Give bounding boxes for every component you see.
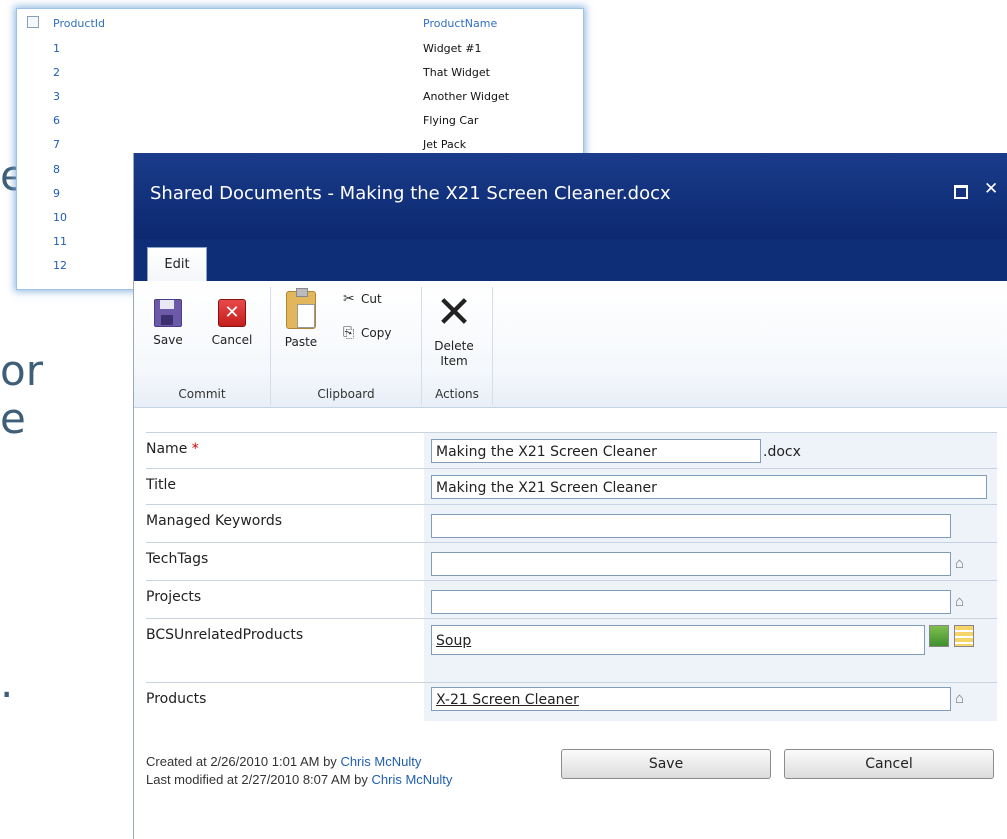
- cut-icon: ✂: [343, 291, 355, 307]
- modified-info: Last modified at 2/27/2010 8:07 AM by Ch…: [146, 772, 453, 787]
- required-marker: *: [191, 441, 199, 457]
- edit-properties-dialog: Shared Documents - Making the X21 Screen…: [133, 153, 1007, 839]
- field-row-bcsunrelatedproducts: BCSUnrelatedProducts Soup: [146, 618, 997, 683]
- product-name: Another Widget: [423, 90, 510, 103]
- slide-text-fragment: or: [0, 346, 43, 395]
- product-name: That Widget: [423, 66, 490, 79]
- product-id[interactable]: 12: [53, 259, 67, 272]
- ribbon-cancel-label: Cancel: [211, 333, 253, 347]
- field-label-projects: Projects: [146, 589, 202, 605]
- product-name: Flying Car: [423, 114, 479, 127]
- product-id[interactable]: 2: [53, 66, 60, 79]
- ribbon-separator: [492, 287, 493, 405]
- field-label-products: Products: [146, 691, 207, 707]
- created-by-link[interactable]: Chris McNulty: [340, 754, 421, 769]
- products-input[interactable]: X-21 Screen Cleaner: [431, 687, 951, 711]
- list-row[interactable]: 1 Widget #1: [17, 36, 583, 60]
- ribbon-cut-button[interactable]: ✂ Cut: [343, 291, 413, 307]
- save-button[interactable]: Save: [561, 749, 771, 779]
- ribbon: Save ✕ Cancel Commit Paste ✂ Cut ⎘ Copy Cl…: [134, 281, 1007, 408]
- ribbon-group-label-actions: Actions: [435, 387, 479, 401]
- ribbon-save-label: Save: [153, 333, 183, 347]
- list-header-row: ProductId ProductName: [17, 11, 583, 35]
- ribbon-save-button[interactable]: Save: [148, 299, 188, 348]
- product-name: Widget #1: [423, 42, 482, 55]
- item-metadata: Created at 2/26/2010 1:01 AM by Chris Mc…: [146, 753, 452, 789]
- browse-terms-icon[interactable]: ⌂: [955, 691, 975, 706]
- ribbon-group-label-commit: Commit: [178, 387, 226, 401]
- ribbon-group-actions: ✕ Delete Item Actions: [422, 281, 492, 407]
- ribbon-delete-label: Delete Item: [434, 339, 474, 368]
- ribbon-group-label-clipboard: Clipboard: [317, 387, 375, 401]
- field-label-techtags: TechTags: [146, 551, 209, 567]
- ribbon-paste-label: Paste: [284, 335, 318, 349]
- title-input[interactable]: Making the X21 Screen Cleaner: [431, 475, 987, 499]
- list-row[interactable]: 3 Another Widget: [17, 84, 583, 108]
- save-icon: [154, 299, 182, 327]
- ribbon-paste-button[interactable]: Paste: [281, 288, 321, 350]
- product-name: Jet Pack: [423, 138, 467, 151]
- close-icon[interactable]: ✕: [984, 179, 998, 199]
- browse-terms-icon[interactable]: ⌂: [955, 556, 975, 571]
- browse-items-icon[interactable]: [954, 625, 974, 647]
- managed-keywords-input[interactable]: [431, 514, 951, 538]
- ribbon-tab-strip: [134, 239, 1007, 281]
- created-info: Created at 2/26/2010 1:01 AM by Chris Mc…: [146, 754, 422, 769]
- dialog-titlebar: Shared Documents - Making the X21 Screen…: [134, 153, 1007, 239]
- projects-input[interactable]: [431, 590, 951, 614]
- browse-terms-icon[interactable]: ⌂: [955, 594, 975, 609]
- field-row-products: Products X-21 Screen Cleaner ⌂: [146, 682, 997, 721]
- product-id[interactable]: 10: [53, 211, 67, 224]
- modified-by-link[interactable]: Chris McNulty: [372, 772, 453, 787]
- bcsunrelatedproducts-input[interactable]: Soup: [431, 625, 925, 655]
- product-id[interactable]: 1: [53, 42, 60, 55]
- slide-text-fragment: .: [0, 658, 14, 707]
- slide-text-fragment: e: [0, 394, 26, 443]
- maximize-icon[interactable]: [954, 185, 968, 199]
- paste-icon: [286, 288, 316, 329]
- techtags-input[interactable]: [431, 552, 951, 576]
- dialog-title: Shared Documents - Making the X21 Screen…: [150, 183, 671, 204]
- column-header-productname[interactable]: ProductName: [423, 17, 497, 30]
- cancel-button[interactable]: Cancel: [784, 749, 994, 779]
- select-all-checkbox[interactable]: [27, 16, 39, 28]
- field-label-name: Name *: [146, 441, 199, 457]
- column-header-productid[interactable]: ProductId: [53, 17, 105, 30]
- product-id[interactable]: 8: [53, 163, 60, 176]
- product-id[interactable]: 9: [53, 187, 60, 200]
- field-row-techtags: TechTags ⌂: [146, 542, 997, 581]
- product-id[interactable]: 3: [53, 90, 60, 103]
- field-label-managed-keywords: Managed Keywords: [146, 513, 283, 529]
- file-extension-label: .docx: [763, 444, 801, 460]
- field-label-title: Title: [146, 477, 177, 493]
- delete-icon: ✕: [435, 287, 473, 338]
- check-names-icon[interactable]: [929, 625, 949, 647]
- product-id[interactable]: 11: [53, 235, 67, 248]
- field-row-name: Name * Making the X21 Screen Cleaner .do…: [146, 432, 997, 469]
- copy-icon: ⎘: [343, 325, 355, 341]
- field-row-title: Title Making the X21 Screen Cleaner: [146, 468, 997, 505]
- ribbon-delete-item-button[interactable]: ✕ Delete Item: [428, 291, 480, 369]
- ribbon-group-clipboard: Paste ✂ Cut ⎘ Copy Clipboard: [271, 281, 421, 407]
- field-row-managed-keywords: Managed Keywords: [146, 504, 997, 543]
- field-row-projects: Projects ⌂: [146, 580, 997, 619]
- ribbon-copy-button[interactable]: ⎘ Copy: [343, 325, 417, 341]
- list-row[interactable]: 2 That Widget: [17, 60, 583, 84]
- product-id[interactable]: 7: [53, 138, 60, 151]
- ribbon-cut-label: Cut: [361, 292, 382, 306]
- product-id[interactable]: 6: [53, 114, 60, 127]
- field-label-bcsunrelatedproducts: BCSUnrelatedProducts: [146, 627, 304, 643]
- ribbon-cancel-button[interactable]: ✕ Cancel: [206, 299, 258, 348]
- tab-edit[interactable]: Edit: [147, 247, 207, 284]
- cancel-icon: ✕: [218, 299, 246, 327]
- ribbon-copy-label: Copy: [361, 326, 392, 340]
- name-input[interactable]: Making the X21 Screen Cleaner: [431, 439, 761, 463]
- list-row[interactable]: 6 Flying Car: [17, 108, 583, 132]
- ribbon-group-commit: Save ✕ Cancel Commit: [134, 281, 270, 407]
